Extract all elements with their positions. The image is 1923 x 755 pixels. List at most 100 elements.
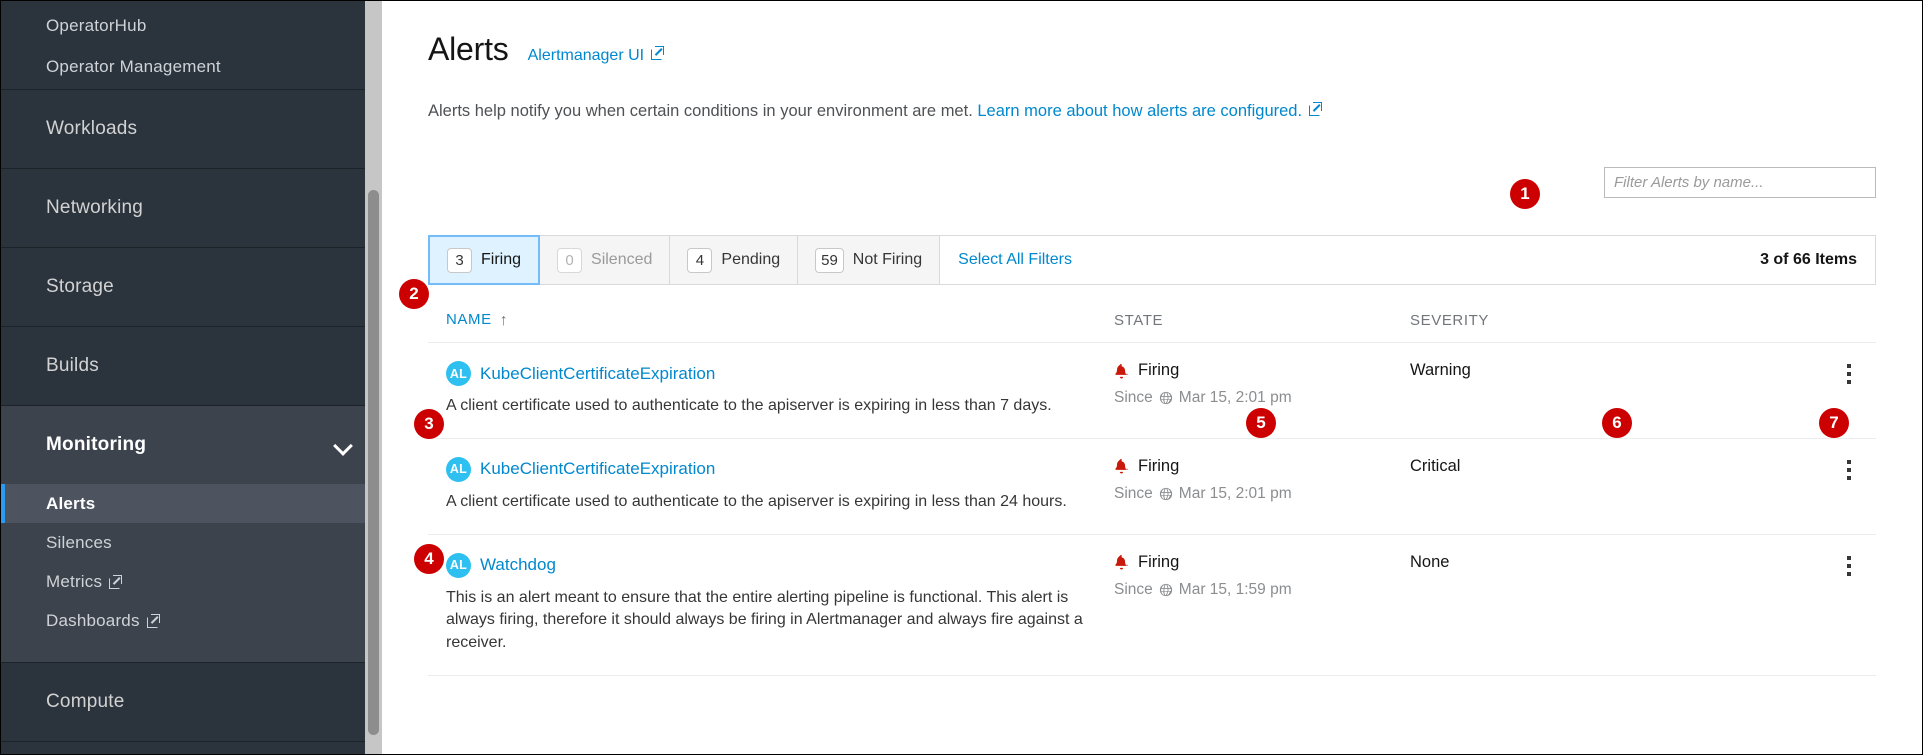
external-link-icon bbox=[109, 575, 123, 589]
alert-state-label: Firing bbox=[1138, 361, 1180, 380]
filter-toolbar bbox=[428, 167, 1876, 199]
alerts-docs-label: Learn more about how alerts are configur… bbox=[977, 102, 1303, 120]
monitoring-submenu: Alerts Silences Metrics Dashboards bbox=[1, 484, 382, 662]
alert-name-line: AL Watchdog bbox=[446, 552, 1114, 578]
sidebar-item-label: Metrics bbox=[46, 571, 103, 591]
sidebar-scrollbar-track[interactable] bbox=[365, 1, 382, 754]
page-header: Alerts Alertmanager UI bbox=[428, 1, 1876, 68]
sidebar-item-dashboards[interactable]: Dashboards bbox=[1, 601, 382, 640]
alert-name-cell: AL KubeClientCertificateExpiration A cli… bbox=[428, 361, 1114, 418]
table-row: AL Watchdog This is an alert meant to en… bbox=[428, 535, 1876, 676]
sidebar-item-label: Dashboards bbox=[46, 610, 140, 630]
alert-resource-badge: AL bbox=[446, 456, 471, 482]
alert-state-cell: Firing Since Mar 15, 1:59 pm bbox=[1114, 553, 1410, 655]
kebab-menu-icon[interactable] bbox=[1838, 457, 1860, 483]
filter-label-not-firing: Not Firing bbox=[852, 251, 923, 269]
alert-state-cell: Firing Since Mar 15, 2:01 pm bbox=[1114, 457, 1410, 514]
filter-count-firing: 3 bbox=[447, 247, 472, 273]
sidebar-item-alerts[interactable]: Alerts bbox=[1, 484, 382, 523]
alert-severity-cell: Warning bbox=[1410, 361, 1640, 418]
filter-count-silenced: 0 bbox=[557, 247, 583, 273]
sidebar-item-label: OperatorHub bbox=[46, 16, 147, 35]
filter-toggle-not-firing[interactable]: 59 Not Firing bbox=[798, 236, 941, 285]
filter-label-firing: Firing bbox=[481, 251, 522, 269]
state-filter-toggle-group: 3 Firing 0 Silenced 4 Pending 59 Not Fir… bbox=[428, 235, 941, 286]
alertmanager-ui-link[interactable]: Alertmanager UI bbox=[528, 46, 665, 65]
bell-icon bbox=[1114, 363, 1129, 379]
globe-icon bbox=[1159, 391, 1173, 405]
sidebar-item-operator-management[interactable]: Operator Management bbox=[1, 45, 382, 89]
alert-severity-label: Critical bbox=[1410, 456, 1461, 475]
alert-severity-label: Warning bbox=[1410, 361, 1471, 380]
search-input[interactable] bbox=[1604, 167, 1876, 199]
sort-ascending-icon: ↑ bbox=[499, 312, 508, 330]
kebab-menu-icon[interactable] bbox=[1838, 553, 1860, 579]
chevron-down-icon bbox=[334, 436, 352, 454]
kebab-menu-icon[interactable] bbox=[1838, 361, 1860, 387]
sidebar-scrollbar-thumb[interactable] bbox=[368, 190, 379, 735]
items-count: 3 of 66 Items bbox=[1760, 251, 1857, 269]
select-all-filters-button[interactable]: Select All Filters bbox=[940, 236, 1090, 284]
filter-toggle-pending[interactable]: 4 Pending bbox=[670, 236, 799, 285]
sidebar-item-label: Storage bbox=[46, 276, 114, 297]
sidebar-item-workloads[interactable]: Workloads bbox=[1, 90, 382, 168]
external-link-icon bbox=[1309, 102, 1323, 116]
nav-section-compute: Compute bbox=[1, 663, 382, 742]
alert-description: This is an alert meant to ensure that th… bbox=[446, 588, 1083, 651]
sidebar-item-label: Monitoring bbox=[46, 434, 147, 455]
filter-toggle-firing[interactable]: 3 Firing bbox=[428, 235, 541, 286]
sidebar-item-operatorhub[interactable]: OperatorHub bbox=[1, 1, 382, 45]
sidebar-item-builds[interactable]: Builds bbox=[1, 327, 382, 405]
sidebar-item-silences[interactable]: Silences bbox=[1, 523, 382, 562]
sidebar-item-label: Alerts bbox=[46, 493, 96, 513]
alert-state: Firing bbox=[1114, 361, 1410, 380]
sidebar-item-metrics[interactable]: Metrics bbox=[1, 562, 382, 601]
filter-toggle-silenced[interactable]: 0 Silenced bbox=[540, 236, 671, 285]
alert-since-time: Mar 15, 1:59 pm bbox=[1178, 580, 1292, 598]
alerts-docs-link[interactable]: Learn more about how alerts are configur… bbox=[977, 102, 1323, 120]
alert-name-link[interactable]: KubeClientCertificateExpiration bbox=[480, 364, 715, 384]
table-header-row: NAME ↑ STATE SEVERITY bbox=[428, 299, 1876, 344]
nav-section-monitoring: Monitoring Alerts Silences Metrics Dashb… bbox=[1, 406, 382, 663]
column-header-severity[interactable]: SEVERITY bbox=[1410, 312, 1640, 330]
column-header-severity-label: SEVERITY bbox=[1410, 311, 1489, 329]
page-title: Alerts bbox=[428, 31, 509, 67]
bell-icon bbox=[1114, 458, 1129, 474]
alert-since: Since Mar 15, 1:59 pm bbox=[1114, 581, 1410, 599]
nav-section-builds: Builds bbox=[1, 327, 382, 406]
alert-state-label: Firing bbox=[1138, 456, 1180, 475]
alert-resource-badge: AL bbox=[446, 361, 471, 387]
sidebar-item-label: Compute bbox=[46, 691, 125, 712]
alert-since-label: Since bbox=[1114, 389, 1153, 407]
alertmanager-ui-label: Alertmanager UI bbox=[527, 47, 645, 64]
table-row: AL KubeClientCertificateExpiration A cli… bbox=[428, 343, 1876, 439]
annotation-badge-3: 3 bbox=[414, 409, 444, 439]
column-header-name[interactable]: NAME ↑ bbox=[428, 311, 1114, 330]
annotation-badge-1: 1 bbox=[1510, 179, 1540, 209]
nav-section-storage: Storage bbox=[1, 248, 382, 327]
alert-state: Firing bbox=[1114, 553, 1410, 572]
filter-count-pending: 4 bbox=[687, 247, 713, 273]
nav-section-networking: Networking bbox=[1, 169, 382, 248]
main-content: Alerts Alertmanager UI Alerts help notif… bbox=[382, 1, 1922, 754]
sidebar-item-compute[interactable]: Compute bbox=[1, 663, 382, 741]
sidebar-item-label: Operator Management bbox=[46, 57, 221, 76]
alert-name-link[interactable]: Watchdog bbox=[480, 555, 556, 575]
help-text: Alerts help notify you when certain cond… bbox=[428, 100, 1876, 123]
alert-name-cell: AL Watchdog This is an alert meant to en… bbox=[428, 552, 1114, 655]
select-all-filters-label: Select All Filters bbox=[958, 251, 1072, 269]
annotation-badge-5: 5 bbox=[1246, 408, 1276, 438]
help-text-prefix: Alerts help notify you when certain cond… bbox=[428, 102, 978, 120]
alert-description: A client certificate used to authenticat… bbox=[446, 397, 1052, 415]
alert-name-link[interactable]: KubeClientCertificateExpiration bbox=[480, 459, 715, 479]
column-header-name-label: NAME bbox=[446, 311, 492, 329]
annotation-badge-6: 6 bbox=[1602, 408, 1632, 438]
annotation-badge-7: 7 bbox=[1819, 408, 1849, 438]
bell-icon bbox=[1114, 554, 1129, 570]
column-header-state[interactable]: STATE bbox=[1114, 312, 1410, 330]
sidebar-item-networking[interactable]: Networking bbox=[1, 169, 382, 247]
alert-since: Since Mar 15, 2:01 pm bbox=[1114, 389, 1410, 407]
sidebar-item-monitoring[interactable]: Monitoring bbox=[1, 406, 382, 484]
sidebar-item-storage[interactable]: Storage bbox=[1, 248, 382, 326]
